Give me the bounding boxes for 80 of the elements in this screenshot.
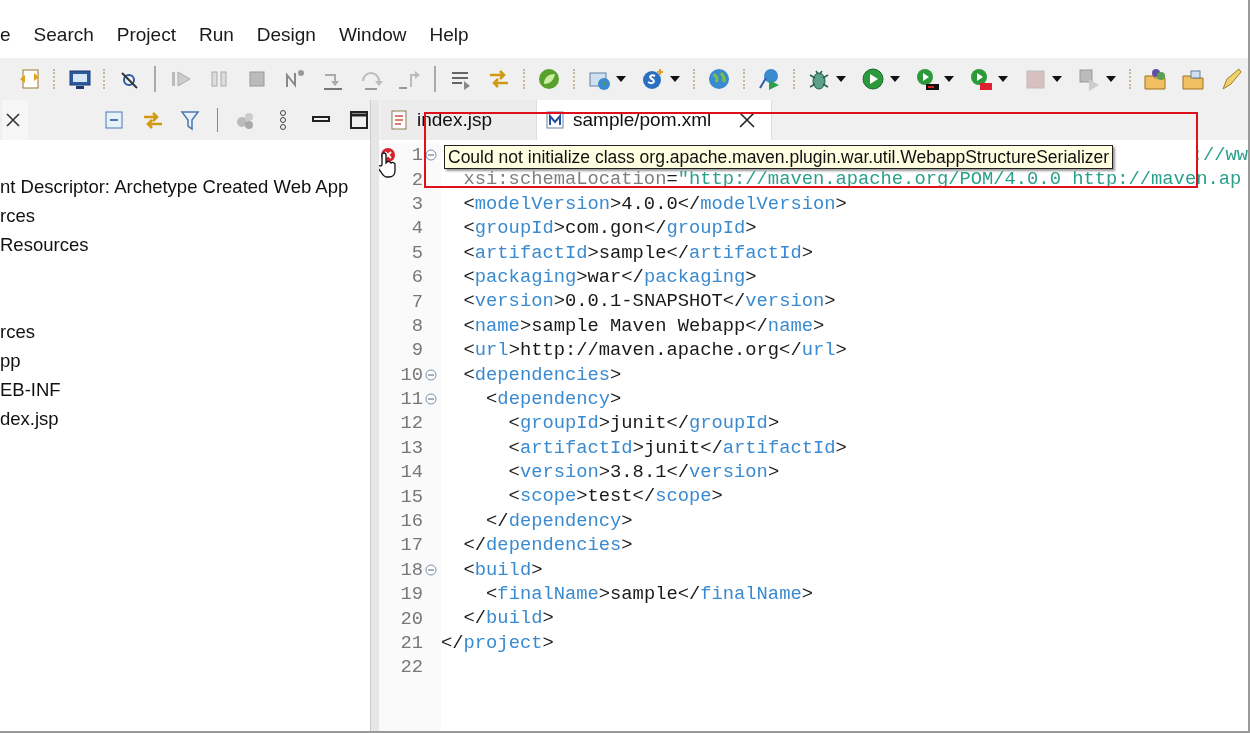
collapse-all-icon[interactable] (103, 109, 126, 131)
code-line: <groupId>junit</groupId> (507, 411, 780, 436)
tree-item[interactable]: rces (0, 201, 370, 230)
dropdown-caret-icon[interactable] (943, 75, 955, 83)
code-line: </build> (462, 606, 554, 631)
document-icon (389, 110, 409, 130)
tree-item[interactable]: rces (0, 317, 370, 346)
line-number: 22 (399, 656, 423, 679)
line-number: 3 (410, 192, 423, 215)
tree-item[interactable]: nt Descriptor: Archetype Created Web App (0, 172, 370, 201)
line-number: 10 (399, 363, 423, 386)
dropdown-caret-icon[interactable] (1051, 75, 1063, 83)
code-line: <artifactId>sample</artifactId> (462, 240, 813, 265)
line-number: 7 (410, 290, 423, 313)
menu-item[interactable]: Design (256, 24, 316, 46)
line-number: 14 (399, 461, 423, 484)
filter-icon[interactable] (179, 109, 202, 131)
code-line: </dependencies> (462, 533, 633, 558)
line-number: 18 (399, 558, 423, 581)
collapse-icon[interactable] (425, 149, 437, 162)
maximize-icon[interactable] (348, 109, 370, 131)
code-line: <build> (462, 557, 543, 583)
line-number: 4 (410, 217, 423, 240)
tree-item[interactable]: pp (0, 346, 370, 375)
globe-icon[interactable] (707, 67, 731, 91)
code-line: <artifactId>junit</artifactId> (507, 435, 847, 461)
line-number: 9 (410, 339, 423, 362)
menu-item[interactable]: Project (116, 24, 176, 46)
line-number: 2 (410, 168, 423, 191)
menu-item[interactable]: Window (338, 24, 407, 46)
tree-item[interactable]: EB-INF (0, 375, 370, 404)
menu-item[interactable]: Run (198, 24, 234, 46)
code-line: <dependencies> (462, 362, 622, 387)
line-number: 6 (410, 266, 423, 289)
line-number: 13 (399, 436, 423, 459)
line-number: 11 (399, 388, 423, 411)
run-icon[interactable] (861, 67, 885, 91)
dropdown-caret-icon[interactable] (889, 75, 901, 83)
line-number: 16 (399, 510, 423, 533)
leaf-icon[interactable] (537, 67, 561, 91)
code-line: <scope>test</scope> (507, 484, 723, 509)
monitor-icon[interactable] (67, 67, 91, 91)
line-number: 8 (410, 314, 423, 337)
code-line: <packaging>war</packaging> (462, 264, 757, 290)
folder-icon[interactable] (1143, 67, 1167, 91)
code-line: <modelVersion>4.0.0</modelVersion> (462, 191, 847, 217)
code-line: </dependency> (485, 508, 633, 534)
line-number: 21 (399, 632, 423, 654)
dropdown-caret-icon[interactable] (615, 75, 627, 83)
folder-icon[interactable] (1181, 67, 1205, 91)
line-number: 17 (399, 534, 423, 557)
editor-tab[interactable]: sample/pom.xml (537, 100, 773, 140)
line-number: 20 (399, 607, 423, 630)
run-bar-icon[interactable] (915, 67, 939, 91)
code-line: <version>3.8.1</version> (507, 460, 780, 485)
menu-item[interactable]: Help (429, 24, 469, 46)
dropdown-caret-icon[interactable] (835, 75, 847, 83)
line-number: 19 (399, 583, 423, 606)
line-number: 1 (410, 144, 423, 167)
line-number: 15 (399, 485, 423, 508)
code-line: <url>http://maven.apache.org</url> (462, 338, 847, 363)
dropdown-caret-icon[interactable] (997, 75, 1009, 83)
code-line: <name>sample Maven Webapp</name> (462, 313, 825, 339)
dropdown-caret-icon[interactable] (1105, 75, 1117, 83)
dropdown-caret-icon[interactable] (669, 75, 681, 83)
tree-item[interactable]: dex.jsp (0, 404, 370, 433)
code-line: <version>0.0.1-SNAPSHOT</version> (462, 289, 836, 314)
menu-item[interactable]: e (0, 24, 11, 46)
error-tooltip: Could not initialize class org.apache.maven.plugin.war.util.WebappStructureSerializer (444, 145, 1114, 169)
line-number: 5 (410, 241, 423, 264)
line-number: 12 (399, 412, 423, 435)
code-line: <groupId>com.gon</groupId> (462, 216, 757, 241)
tree-item[interactable]: Resources (0, 230, 370, 259)
globe-s-icon[interactable] (641, 67, 665, 91)
menu-item[interactable]: Search (33, 24, 94, 46)
code-line: <dependency> (485, 386, 622, 412)
pen-icon[interactable] (1219, 67, 1243, 91)
code-line: </project> (441, 630, 554, 656)
code-line: <finalName>sample</finalName> (485, 582, 813, 607)
run-toolbox-icon[interactable] (969, 67, 993, 91)
